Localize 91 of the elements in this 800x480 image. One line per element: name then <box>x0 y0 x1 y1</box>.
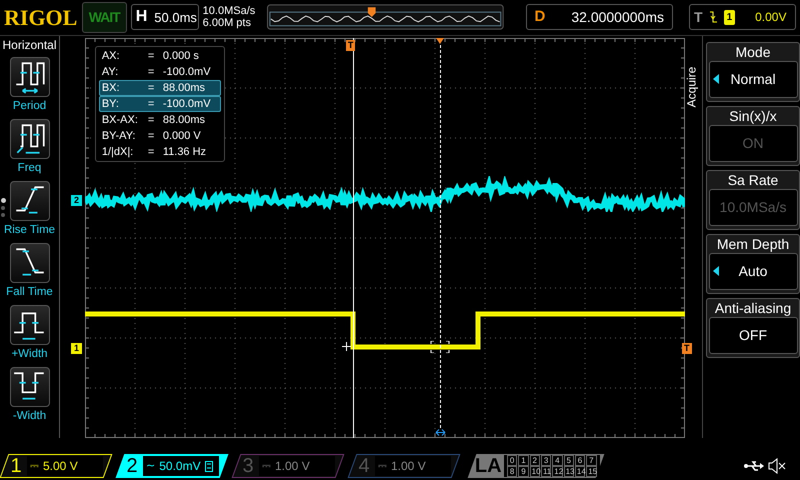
sample-rate: 10.0MSa/s <box>202 5 256 18</box>
channel-bit: 13 <box>564 466 574 477</box>
measure-label: Freq <box>18 160 42 176</box>
run-status: WAIT <box>82 2 127 33</box>
channel-tab[interactable]: 2 ~ 50.0mV <box>116 454 228 478</box>
menu-title: Acquire <box>683 66 700 108</box>
channel-bit: 8 <box>507 466 518 477</box>
softkey-value: Auto <box>738 262 768 281</box>
channel-number: 4 <box>357 454 371 479</box>
channel-number: 3 <box>241 454 255 479</box>
trigger-level-marker: T <box>682 342 692 354</box>
measure-label: Fall Time <box>6 284 53 300</box>
delay-field[interactable]: D 32.0000000ms <box>526 4 673 30</box>
usb-icon <box>744 460 764 472</box>
readout-row[interactable]: BX-AX: = 88.00ms <box>98 112 221 128</box>
channel-bit: 5 <box>564 454 574 466</box>
channel-scale: 50.0mV <box>159 458 201 475</box>
coupling-symbol: ⎓ <box>378 458 387 474</box>
channel-scale: 5.00 V <box>43 458 78 475</box>
channel-bit: 14 <box>575 466 586 477</box>
measure-button[interactable] <box>10 180 50 221</box>
brand-logo: RIGOL <box>4 4 78 32</box>
coupling-symbol: ⎓ <box>30 458 39 474</box>
channel-tab[interactable]: 3 ⎓ 1.00 V <box>232 454 344 478</box>
channel-bit: 2 <box>530 454 540 466</box>
sidebar-title: Horizontal <box>1 36 58 53</box>
channel-bit: 1 <box>518 454 530 466</box>
channel-number: 2 <box>125 454 139 479</box>
measure-label: Period <box>12 98 46 114</box>
trigger-position-marker: T <box>346 40 356 51</box>
bandwidth-limit-icon <box>204 460 213 472</box>
measure-button[interactable] <box>10 366 50 407</box>
readout-row[interactable]: AX: = 0.000 s <box>98 48 221 64</box>
softkey-label: Anti-aliasing <box>714 298 792 317</box>
trigger-field[interactable]: T 1 0.00V <box>689 4 796 30</box>
menu-softkey[interactable]: Mem Depth Auto <box>706 234 800 294</box>
bracket-icon <box>444 340 450 353</box>
channel-bit: 15 <box>586 466 597 477</box>
measure-label: Rise Time <box>4 222 56 238</box>
logic-analyzer-tab[interactable]: LA 0 1 2 3 4 5 6 7 8 9 10 11 12 13 14 15 <box>468 454 604 478</box>
softkey-value: 10.0MSa/s <box>720 198 786 217</box>
softkey-value: ON <box>742 134 764 153</box>
softkey-label: Mode <box>735 42 771 61</box>
channel-marker: 1 <box>71 342 82 354</box>
channel-bit: 9 <box>518 466 530 477</box>
readout-row[interactable]: 1/|dX|: = 11.36 Hz <box>98 144 221 160</box>
cursor-line[interactable] <box>440 44 441 428</box>
softkey-label: Sa Rate <box>728 170 778 189</box>
measure-button[interactable] <box>10 242 50 283</box>
double-arrow-icon <box>434 428 446 436</box>
readout-row[interactable]: AY: = -100.0mV <box>98 64 221 80</box>
delay-marker-icon <box>436 38 444 44</box>
channel-marker: 2 <box>71 194 82 206</box>
readout-row[interactable]: BX: = 88.00ms <box>98 80 221 96</box>
channel-tab[interactable]: 1 ⎓ 5.00 V <box>0 454 112 478</box>
softkey-label: Mem Depth <box>716 234 790 253</box>
channel-scale: 1.00 V <box>391 458 426 475</box>
timebase-field[interactable]: H 50.0ms <box>130 4 199 30</box>
softkey-value: OFF <box>739 326 767 345</box>
channel-bit: 11 <box>541 466 552 477</box>
menu-softkey[interactable]: Anti-aliasing OFF <box>706 298 800 358</box>
memory-depth: 6.00M pts <box>202 17 252 30</box>
measure-button[interactable] <box>10 118 50 159</box>
falling-edge-icon <box>708 11 718 24</box>
cursor-line[interactable] <box>352 38 354 438</box>
channel-bit: 0 <box>507 454 518 466</box>
softkey-label: Sin(x)/x <box>729 106 777 125</box>
caret-icon <box>712 74 718 84</box>
crosshair-icon <box>342 342 351 351</box>
channel-scale: 1.00 V <box>275 458 310 475</box>
channel-bit: 7 <box>586 454 597 466</box>
channel-bit: 3 <box>541 454 552 466</box>
measure-label: -Width <box>12 408 46 424</box>
speaker-muted-icon <box>768 458 786 474</box>
channel-bit: 4 <box>552 454 564 466</box>
softkey-value: Normal <box>730 70 776 89</box>
channel-bit: 6 <box>575 454 586 466</box>
measure-label: +Width <box>11 346 48 362</box>
channel-number: 1 <box>9 454 23 479</box>
channel-bit: 12 <box>552 466 564 477</box>
caret-icon <box>712 266 718 276</box>
readout-row[interactable]: BY-AY: = 0.000 V <box>98 128 221 144</box>
channel-bit: 10 <box>530 466 540 477</box>
coupling-symbol: ~ <box>146 458 156 474</box>
channel-tab[interactable]: 4 ⎓ 1.00 V <box>348 454 460 478</box>
coupling-symbol: ⎓ <box>262 458 271 474</box>
menu-softkey[interactable]: Mode Normal <box>706 42 800 102</box>
bracket-icon <box>430 340 435 353</box>
measure-button[interactable] <box>10 56 50 97</box>
readout-row[interactable]: BY: = -100.0mV <box>98 96 221 112</box>
measure-button[interactable] <box>10 304 50 345</box>
